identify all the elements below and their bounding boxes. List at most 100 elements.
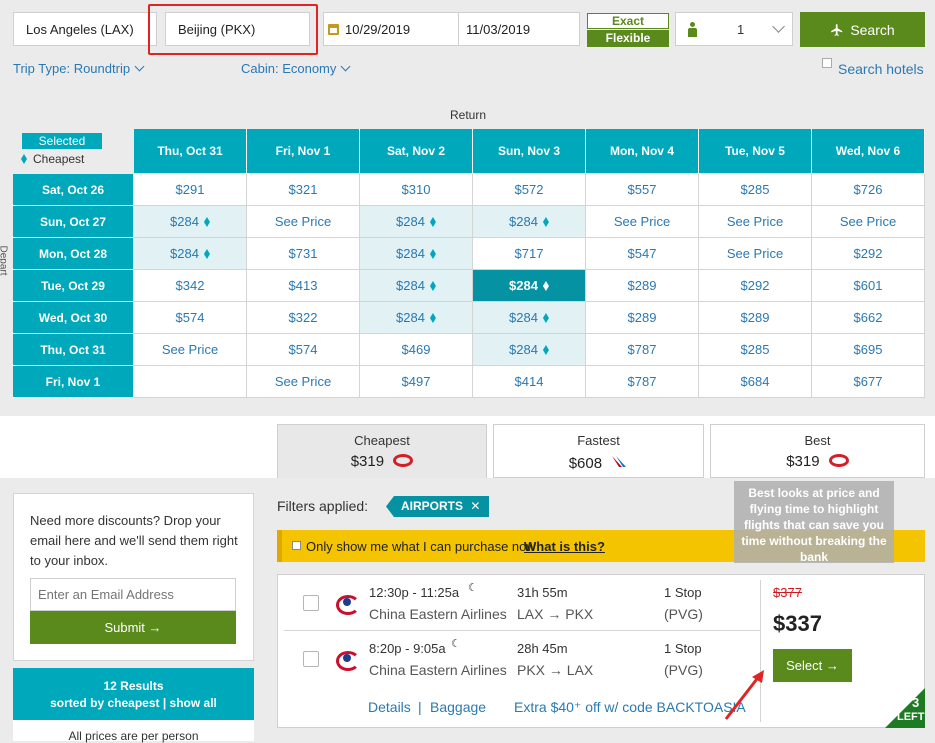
price-cell-value: $726 [853,182,883,197]
price-cell[interactable]: $289 [699,302,812,334]
price-cell[interactable]: $285 [699,334,812,366]
price-cell[interactable]: $574 [134,302,247,334]
price-cell[interactable]: $292 [699,270,812,302]
price-cell[interactable]: $497 [360,366,473,398]
depart-date-field[interactable]: 10/29/2019 [323,12,458,46]
depart-date-header: Mon, Oct 28 [13,238,133,270]
price-cell[interactable]: See Price [247,206,360,238]
search-button[interactable]: Search [800,12,925,47]
price-cell[interactable]: See Price [699,206,812,238]
price-cell[interactable]: $557 [586,174,699,206]
price-cell[interactable]: $572 [473,174,586,206]
price-cell[interactable]: $414 [473,366,586,398]
depart-date-value: 10/29/2019 [345,21,411,37]
flexible-dates-toggle[interactable]: Flexible [587,30,669,47]
price-cell[interactable]: $284 [473,334,586,366]
price-cell[interactable]: $677 [812,366,925,398]
diamond-icon [21,154,27,164]
price-cell[interactable]: $469 [360,334,473,366]
exact-dates-toggle[interactable]: Exact [587,13,669,29]
email-input[interactable] [30,578,236,611]
price-cell[interactable]: $787 [586,334,699,366]
cabin-label: Cabin: Economy [241,61,337,76]
cheapest-diamond-icon [429,281,436,291]
purchase-now-checkbox[interactable] [292,541,301,550]
price-cell[interactable]: $601 [812,270,925,302]
china-eastern-logo-icon [334,647,360,671]
cheapest-diamond-icon [203,217,210,227]
cabin-dropdown[interactable]: Cabin: Economy [241,61,351,76]
destination-field[interactable]: Beijing (PKX) [165,12,310,46]
price-cell[interactable]: $662 [812,302,925,334]
price-cell-value: $321 [288,182,318,197]
price-cell-value: $717 [514,246,544,261]
price-cell[interactable]: $717 [473,238,586,270]
select-button[interactable]: Select → [773,649,852,682]
price-cell[interactable]: $413 [247,270,360,302]
return-date-header: Wed, Nov 6 [812,129,925,173]
price-cell-value: $284 [509,342,538,357]
price-cell[interactable]: $292 [812,238,925,270]
price-cell[interactable]: $284 [360,238,473,270]
price-cell[interactable]: $291 [134,174,247,206]
tab-best[interactable]: Best $319 [710,424,925,478]
price-cell-value: $284 [396,278,425,293]
trip-type-dropdown[interactable]: Trip Type: Roundtrip [13,61,145,76]
price-cell-value: $291 [175,182,205,197]
show-all-link[interactable]: show all [170,696,217,710]
price-cell[interactable]: $285 [699,174,812,206]
travelers-select[interactable]: 1 [675,12,793,46]
origin-field[interactable]: Los Angeles (LAX) [13,12,157,46]
price-cell[interactable]: $310 [360,174,473,206]
outbound-airline: China Eastern Airlines [369,606,507,622]
price-cell[interactable]: $342 [134,270,247,302]
price-cell[interactable]: $284 [360,302,473,334]
price-cell[interactable]: $726 [812,174,925,206]
price-cell[interactable]: $574 [247,334,360,366]
price-cell[interactable]: $284 [360,206,473,238]
price-cell[interactable]: $284 [473,270,586,302]
price-cell[interactable]: See Price [586,206,699,238]
price-cell[interactable]: $284 [134,206,247,238]
price-cell[interactable]: $695 [812,334,925,366]
price-cell[interactable]: $684 [699,366,812,398]
price-cell[interactable]: See Price [699,238,812,270]
price-cell-value: $787 [627,374,657,389]
chevron-down-icon [340,61,351,72]
price-cell[interactable]: $284 [360,270,473,302]
price-cell-value: $684 [740,374,770,389]
price-cell-value: $284 [170,246,199,261]
china-eastern-logo-icon [334,591,360,615]
price-cell[interactable]: See Price [247,366,360,398]
inbound-checkbox[interactable] [303,651,319,667]
price-cell[interactable]: See Price [812,206,925,238]
price-cell[interactable]: $284 [473,206,586,238]
price-cell[interactable]: See Price [134,334,247,366]
search-hotels-label[interactable]: Search hotels [838,61,924,77]
submit-button[interactable]: Submit → [30,611,236,644]
search-hotels-checkbox[interactable] [822,58,832,68]
price-cell[interactable]: $284 [134,238,247,270]
price-cell[interactable]: $289 [586,302,699,334]
price-cell[interactable]: $731 [247,238,360,270]
price-cell-value: See Price [274,374,332,389]
price-cell[interactable]: $289 [586,270,699,302]
price-cell-value: $414 [514,374,544,389]
baggage-link[interactable]: Baggage [430,699,486,715]
tab-fastest[interactable]: Fastest $608 [493,424,704,478]
price-cell[interactable]: $321 [247,174,360,206]
pointer-arrow-icon [724,670,764,720]
results-count: 12 Results [103,679,164,693]
price-cell[interactable]: $787 [586,366,699,398]
return-date-field[interactable]: 11/03/2019 [458,12,580,46]
close-icon[interactable]: ✕ [470,499,480,513]
outbound-checkbox[interactable] [303,595,319,611]
tab-cheapest[interactable]: Cheapest $319 [277,424,487,478]
what-is-this-link[interactable]: What is this? [524,539,605,554]
details-link[interactable]: Details [368,699,411,715]
airports-filter-chip[interactable]: AIRPORTS ✕ [386,496,489,517]
price-cell[interactable]: $284 [473,302,586,334]
price-cell[interactable]: $322 [247,302,360,334]
inbound-duration: 28h 45m [517,641,568,656]
price-cell[interactable]: $547 [586,238,699,270]
